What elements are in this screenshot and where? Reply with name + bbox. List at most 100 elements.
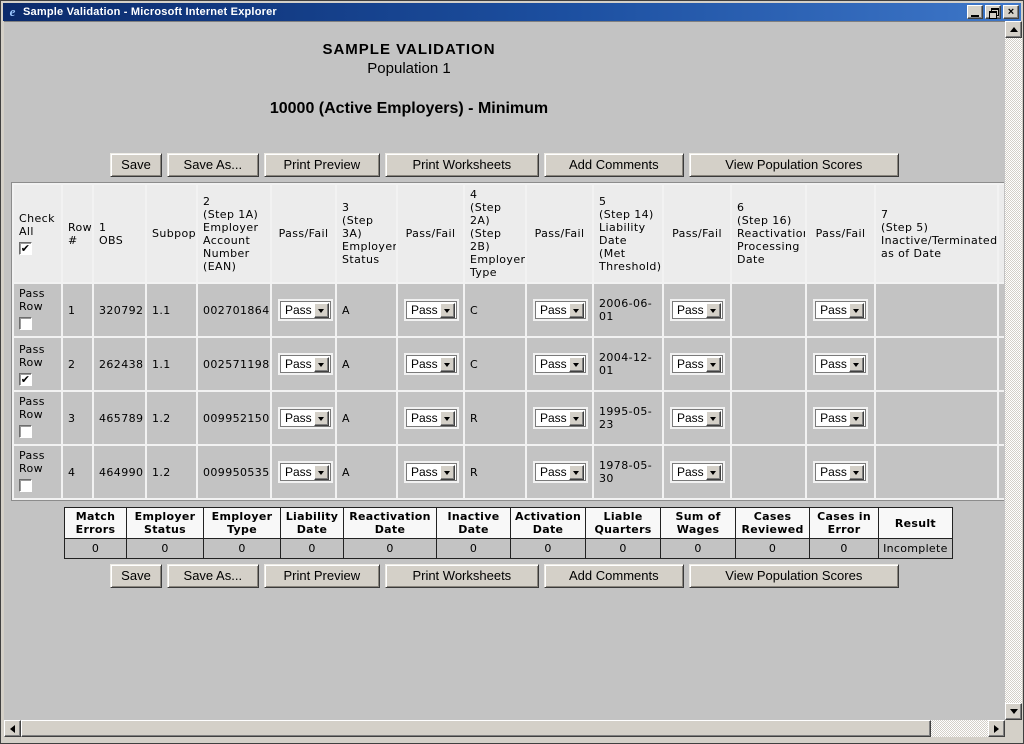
pass-fail-select[interactable]: Pass [535, 463, 586, 481]
scroll-right-button[interactable] [988, 720, 1005, 737]
inactive-date-value [876, 284, 997, 336]
pass-row-checkbox[interactable]: ✔ [19, 373, 32, 386]
close-button[interactable]: × [1003, 5, 1019, 19]
dropdown-arrow-icon[interactable] [440, 411, 455, 426]
scroll-up-button[interactable] [1005, 21, 1022, 38]
dropdown-arrow-icon[interactable] [314, 465, 329, 480]
table-row: Pass Row 1 320792 1.1 002701864 Pass A P… [14, 284, 1004, 336]
view-population-scores-button[interactable]: View Population Scores [689, 153, 899, 177]
dropdown-arrow-icon[interactable] [849, 357, 864, 372]
select-value: Pass [536, 303, 569, 317]
obs-value: 262438 [94, 338, 145, 390]
scroll-down-button[interactable] [1005, 703, 1022, 720]
select-value: Pass [407, 303, 440, 317]
select-value: Pass [536, 465, 569, 479]
horizontal-scrollbar[interactable] [4, 720, 1005, 737]
save-button[interactable]: Save [110, 153, 162, 177]
pass-fail-select[interactable]: Pass [535, 355, 586, 373]
pass-row-label: Pass Row [19, 343, 56, 369]
dropdown-arrow-icon[interactable] [849, 465, 864, 480]
check-all-label: Check All [19, 212, 56, 238]
select-value: Pass [281, 465, 314, 479]
select-value: Pass [816, 357, 849, 371]
summary-header: Reactivation Date [344, 508, 437, 539]
pass-fail-select[interactable]: Pass [280, 409, 331, 427]
print-preview-button[interactable]: Print Preview [264, 153, 380, 177]
employer-status-value: A [337, 392, 396, 444]
minimize-button[interactable] [967, 5, 983, 19]
pass-row-checkbox[interactable] [19, 479, 32, 492]
dropdown-arrow-icon[interactable] [314, 303, 329, 318]
vertical-scrollbar[interactable] [1005, 21, 1022, 720]
pass-fail-select[interactable]: Pass [406, 301, 457, 319]
dropdown-arrow-icon[interactable] [706, 303, 721, 318]
pass-fail-select[interactable]: Pass [280, 463, 331, 481]
col-header-pass-fail: Pass/Fail [272, 185, 335, 282]
subpop-value: 1.1 [147, 284, 196, 336]
pass-fail-select[interactable]: Pass [672, 301, 723, 319]
dropdown-arrow-icon[interactable] [706, 465, 721, 480]
summary-header: Liability Date [281, 508, 344, 539]
summary-table: Match Errors Employer Status Employer Ty… [64, 507, 953, 559]
pass-fail-select[interactable]: Pass [280, 355, 331, 373]
restore-button[interactable] [985, 5, 1001, 19]
check-all-checkbox[interactable]: ✔ [19, 242, 32, 255]
save-button[interactable]: Save [110, 564, 162, 588]
dropdown-arrow-icon[interactable] [314, 357, 329, 372]
dropdown-arrow-icon[interactable] [706, 411, 721, 426]
pass-fail-select[interactable]: Pass [815, 463, 866, 481]
pass-row-checkbox[interactable] [19, 317, 32, 330]
add-comments-button[interactable]: Add Comments [544, 153, 684, 177]
check-all-header: Check All ✔ [14, 185, 61, 282]
pass-fail-select[interactable]: Pass [406, 463, 457, 481]
scroll-left-button[interactable] [4, 720, 21, 737]
dropdown-arrow-icon[interactable] [849, 303, 864, 318]
pass-fail-select[interactable]: Pass [815, 355, 866, 373]
pass-row-label: Pass Row [19, 449, 56, 475]
dropdown-arrow-icon[interactable] [569, 303, 584, 318]
pass-fail-select[interactable]: Pass [406, 409, 457, 427]
dropdown-arrow-icon[interactable] [440, 303, 455, 318]
pass-fail-select[interactable]: Pass [535, 409, 586, 427]
pass-fail-select[interactable]: Pass [280, 301, 331, 319]
dropdown-arrow-icon[interactable] [314, 411, 329, 426]
pass-fail-select[interactable]: Pass [535, 301, 586, 319]
pass-fail-select[interactable]: Pass [815, 301, 866, 319]
print-worksheets-button[interactable]: Print Worksheets [385, 153, 539, 177]
summary-header: Result [879, 508, 953, 539]
dropdown-arrow-icon[interactable] [849, 411, 864, 426]
liability-date-value: 1978-05-30 [594, 446, 662, 498]
dropdown-arrow-icon[interactable] [569, 411, 584, 426]
pass-fail-select[interactable]: Pass [672, 463, 723, 481]
internet-explorer-icon[interactable]: e [5, 5, 20, 19]
pass-fail-select[interactable]: Pass [406, 355, 457, 373]
pass-fail-select[interactable]: Pass [815, 409, 866, 427]
print-worksheets-button[interactable]: Print Worksheets [385, 564, 539, 588]
pass-fail-select[interactable]: Pass [672, 355, 723, 373]
print-preview-button[interactable]: Print Preview [264, 564, 380, 588]
pass-fail-select[interactable]: Pass [672, 409, 723, 427]
save-as-button[interactable]: Save As... [167, 564, 259, 588]
dropdown-arrow-icon[interactable] [569, 465, 584, 480]
dropdown-arrow-icon[interactable] [706, 357, 721, 372]
dropdown-arrow-icon[interactable] [440, 357, 455, 372]
row-num: 4 [63, 446, 92, 498]
row-num: 2 [63, 338, 92, 390]
select-value: Pass [281, 303, 314, 317]
dropdown-arrow-icon[interactable] [569, 357, 584, 372]
scroll-up-icon [1010, 23, 1018, 32]
save-as-button[interactable]: Save As... [167, 153, 259, 177]
summary-header: Activation Date [511, 508, 586, 539]
window-title: Sample Validation - Microsoft Internet E… [23, 6, 967, 18]
reactivation-date-value [732, 284, 805, 336]
summary-value: 0 [437, 539, 511, 559]
pass-row-cell: Pass Row [14, 446, 61, 498]
title-bar[interactable]: e Sample Validation - Microsoft Internet… [3, 3, 1021, 21]
restore-icon [989, 8, 998, 16]
view-population-scores-button[interactable]: View Population Scores [689, 564, 899, 588]
add-comments-button[interactable]: Add Comments [544, 564, 684, 588]
pass-row-cell: Pass Row [14, 392, 61, 444]
horizontal-scroll-thumb[interactable] [21, 720, 931, 737]
pass-row-checkbox[interactable] [19, 425, 32, 438]
dropdown-arrow-icon[interactable] [440, 465, 455, 480]
